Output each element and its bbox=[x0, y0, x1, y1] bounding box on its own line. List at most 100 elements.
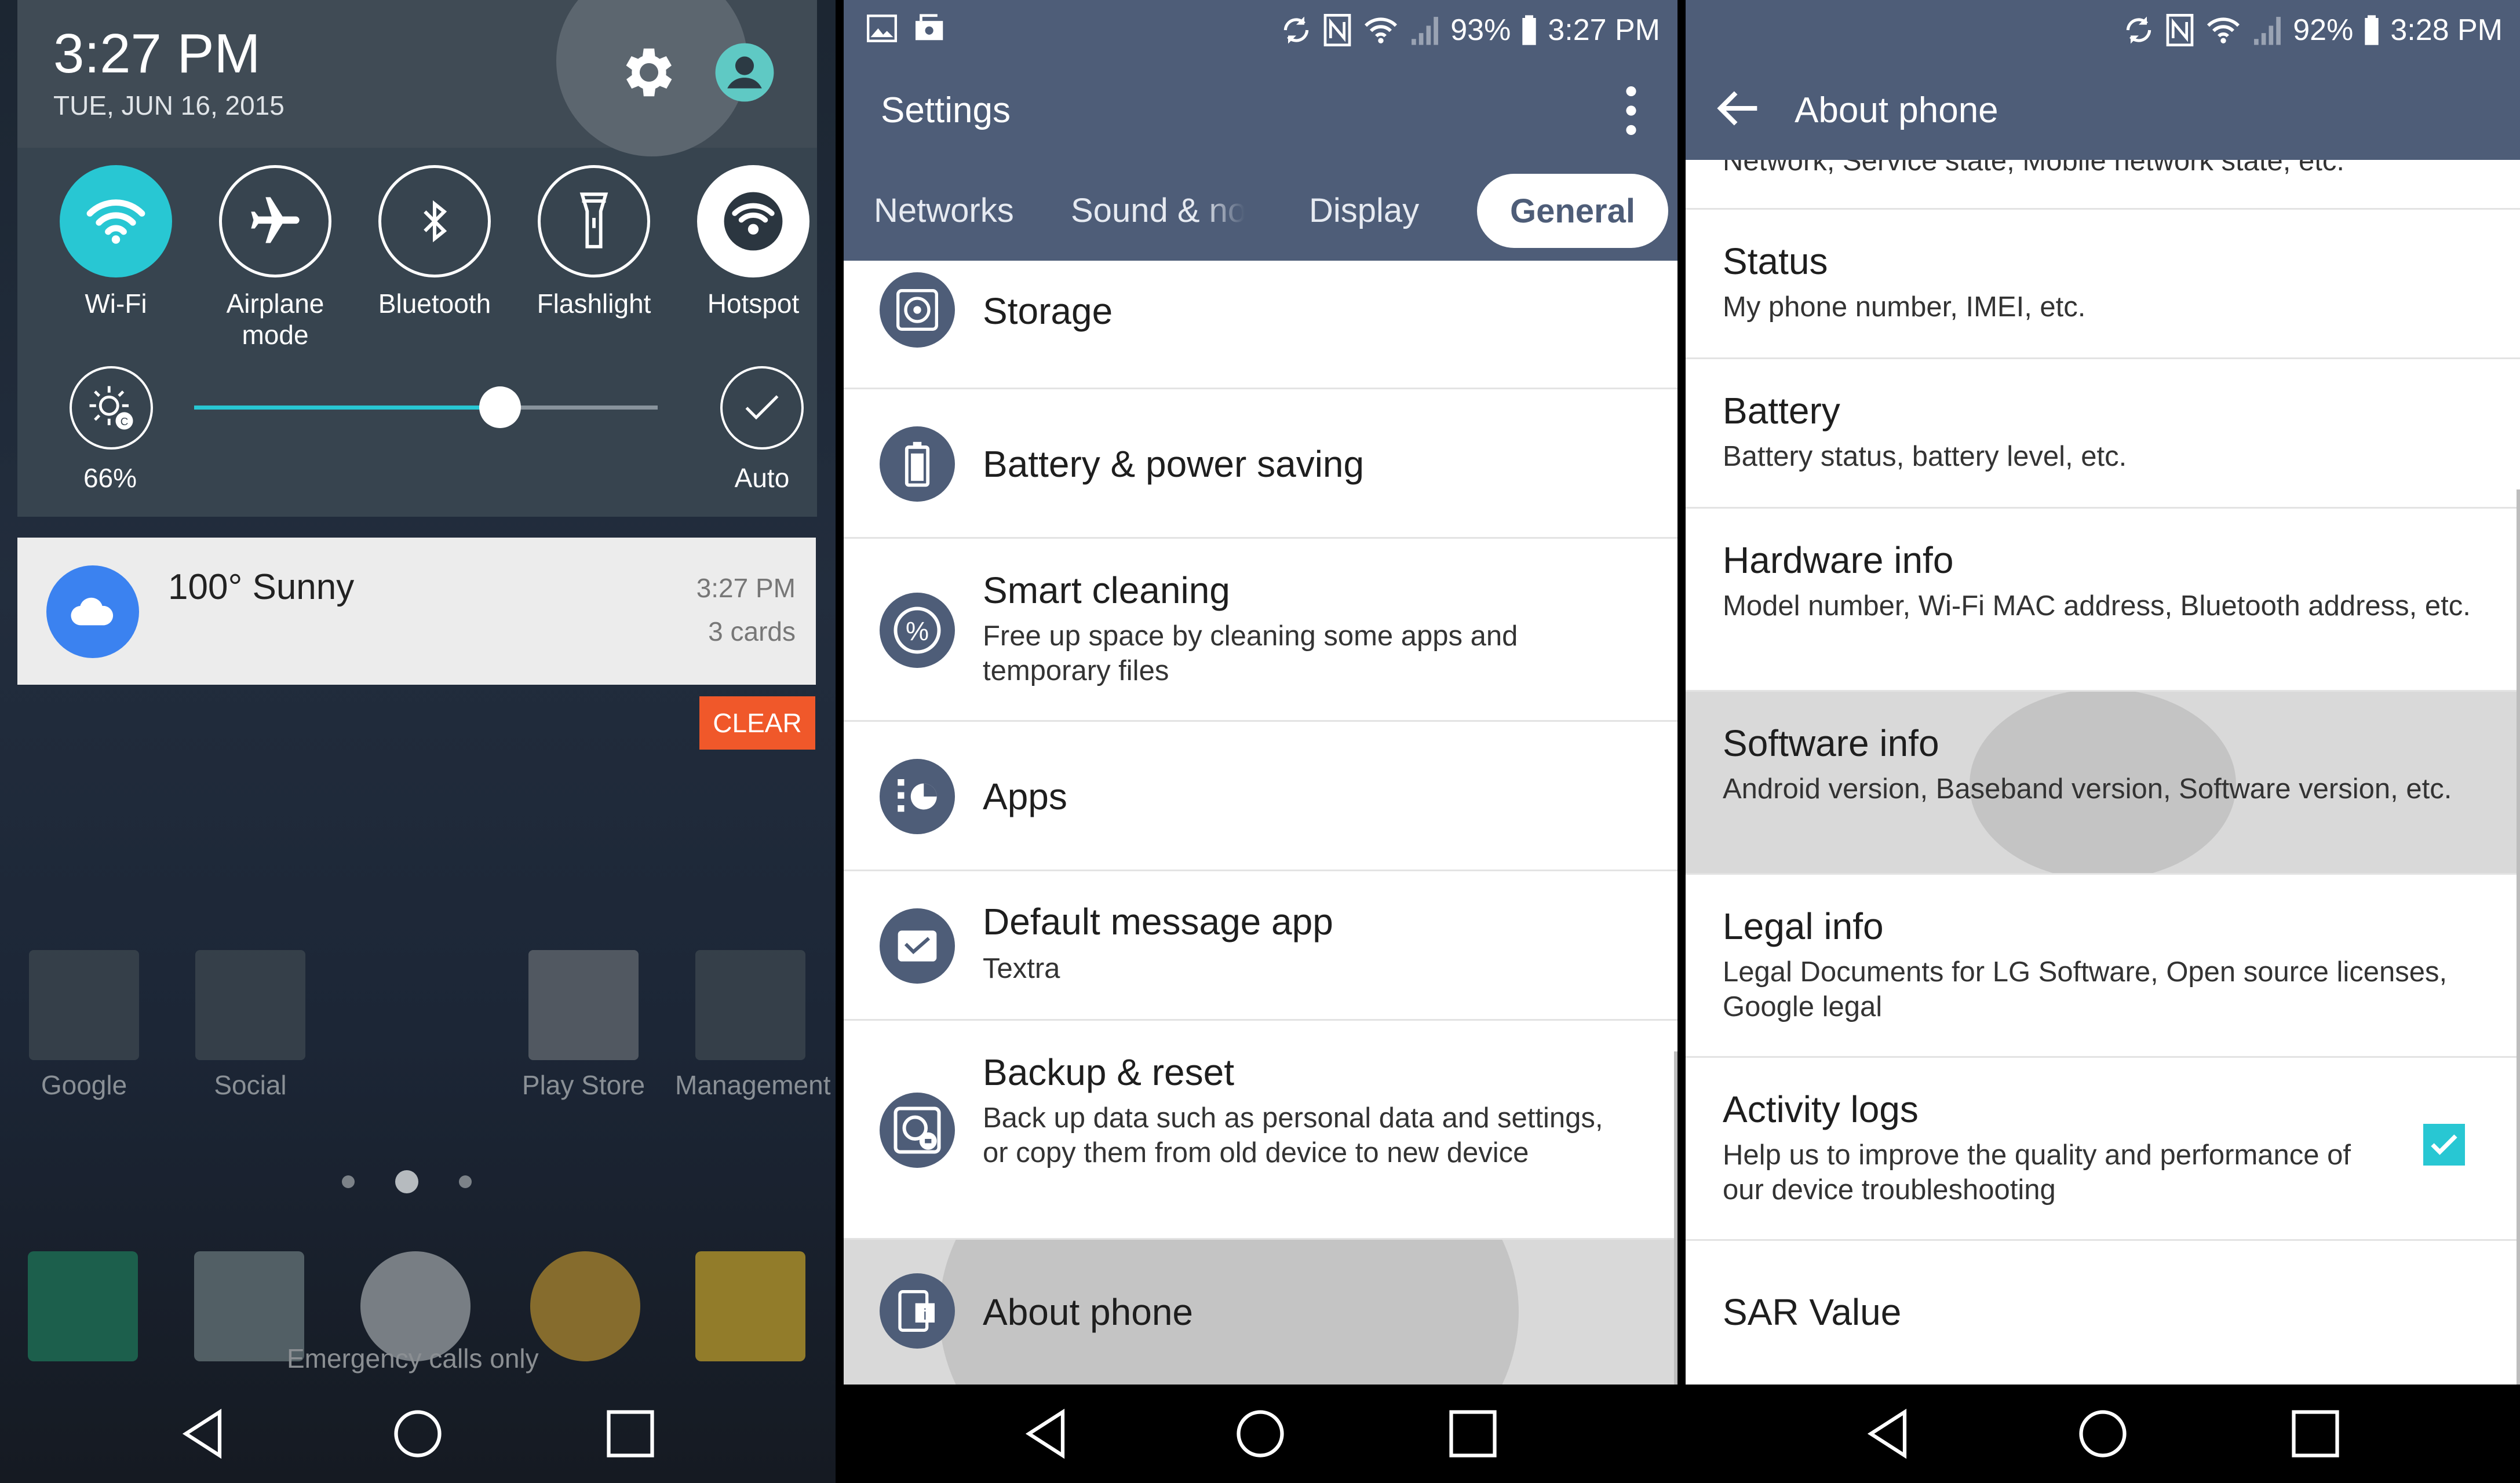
app-folder-management[interactable]: Management bbox=[675, 950, 831, 1101]
settings-item-default-message-app[interactable]: Default message app Textra bbox=[844, 871, 1677, 1021]
item-title: About phone bbox=[983, 1291, 1193, 1333]
notification-shade-panel: 3:27 PM TUE, JUN 16, 2015 Wi-Fi Airplane… bbox=[0, 0, 836, 1483]
settings-item-sar-value[interactable]: SAR Value bbox=[1686, 1241, 2520, 1385]
nfc-icon bbox=[1323, 14, 1351, 46]
item-subtitle: Legal Documents for LG Software, Open so… bbox=[1723, 956, 2448, 1022]
chrome-icon[interactable] bbox=[530, 1251, 640, 1361]
sync-icon bbox=[1284, 16, 1309, 44]
settings-item-smart-cleaning[interactable]: % Smart cleaning Free up space by cleani… bbox=[844, 539, 1677, 722]
brightness-slider-knob[interactable] bbox=[479, 386, 521, 428]
flashlight-toggle[interactable]: Flashlight bbox=[536, 165, 652, 319]
notification-title: 100° Sunny bbox=[168, 567, 355, 607]
item-title: SAR Value bbox=[1723, 1291, 1902, 1333]
recents-icon[interactable] bbox=[601, 1405, 659, 1463]
user-icon[interactable] bbox=[713, 41, 776, 104]
page-dot bbox=[342, 1175, 355, 1188]
airplane-toggle[interactable]: Airplane mode bbox=[217, 165, 333, 350]
item-subtitle: Network, Service state, Mobile network s… bbox=[1723, 160, 2344, 177]
settings-general-panel: 93% 3:27 PM Settings Networks Sound & no… bbox=[844, 0, 1677, 1483]
settings-item-storage[interactable]: Storage bbox=[844, 261, 1677, 389]
phone-icon[interactable] bbox=[28, 1251, 138, 1361]
back-arrow-icon[interactable] bbox=[1715, 88, 1761, 129]
settings-item-status[interactable]: Status My phone number, IMEI, etc. bbox=[1686, 210, 2520, 359]
home-icon[interactable] bbox=[2074, 1405, 2132, 1463]
battery-percent: 92% bbox=[2293, 13, 2354, 47]
flashlight-icon bbox=[538, 165, 650, 277]
item-subtitle: Battery status, battery level, etc. bbox=[1723, 441, 2127, 472]
settings-item-legal-info[interactable]: Legal info Legal Documents for LG Softwa… bbox=[1686, 875, 2520, 1058]
airplane-label: Airplane mode bbox=[226, 288, 324, 350]
cell-signal-icon bbox=[1412, 17, 1439, 45]
notification-time: 3:27 PM bbox=[696, 573, 796, 603]
bluetooth-icon bbox=[378, 165, 491, 277]
clock: 3:27 PM bbox=[53, 23, 261, 85]
message-icon bbox=[880, 908, 955, 984]
app-play-store[interactable]: Play Store bbox=[508, 950, 659, 1101]
recents-icon[interactable] bbox=[2286, 1405, 2344, 1463]
email-icon[interactable] bbox=[695, 1251, 805, 1361]
storage-icon bbox=[880, 272, 955, 348]
navigation-bar bbox=[0, 1385, 836, 1483]
tab-networks[interactable]: Networks bbox=[874, 191, 1014, 230]
bluetooth-toggle[interactable]: Bluetooth bbox=[377, 165, 493, 319]
settings-item-hardware-info[interactable]: Hardware info Model number, Wi-Fi MAC ad… bbox=[1686, 509, 2520, 692]
auto-label: Auto bbox=[734, 463, 790, 493]
status-bar: 93% 3:27 PM bbox=[844, 0, 1677, 58]
tab-general[interactable]: General bbox=[1477, 174, 1668, 248]
status-bar: 92% 3:28 PM bbox=[1686, 0, 2520, 58]
item-title: Activity logs bbox=[1723, 1088, 1919, 1130]
back-icon[interactable] bbox=[1019, 1405, 1077, 1463]
page-dot bbox=[459, 1175, 472, 1188]
scrollbar[interactable] bbox=[2517, 490, 2520, 1385]
home-icon[interactable] bbox=[1231, 1405, 1289, 1463]
back-icon[interactable] bbox=[1861, 1405, 1919, 1463]
navigation-bar bbox=[1686, 1385, 2520, 1483]
weather-notification[interactable]: 100° Sunny 3:27 PM 3 cards bbox=[17, 538, 816, 685]
settings-item-battery[interactable]: Battery Battery status, battery level, e… bbox=[1686, 359, 2520, 509]
settings-item-battery[interactable]: Battery & power saving bbox=[844, 389, 1677, 539]
item-subtitle: Android version, Baseband version, Softw… bbox=[1723, 773, 2452, 805]
hotspot-toggle[interactable]: Hotspot bbox=[695, 165, 811, 319]
tab-display[interactable]: Display bbox=[1309, 191, 1419, 230]
back-icon[interactable] bbox=[176, 1405, 234, 1463]
svg-text:C: C bbox=[121, 415, 129, 428]
date: TUE, JUN 16, 2015 bbox=[53, 90, 285, 120]
item-subtitle: Free up space by cleaning some apps and … bbox=[983, 620, 1518, 686]
about-phone-icon: i bbox=[880, 1273, 955, 1349]
auto-brightness-toggle[interactable]: Auto bbox=[719, 366, 805, 494]
settings-item-software-info[interactable]: Software info Android version, Baseband … bbox=[1686, 692, 2520, 875]
brightness-slider[interactable] bbox=[194, 386, 658, 428]
tab-sound[interactable]: Sound & no bbox=[1071, 191, 1245, 230]
more-options-icon[interactable] bbox=[1625, 86, 1637, 136]
hotspot-label: Hotspot bbox=[707, 288, 800, 319]
backup-icon bbox=[880, 1093, 955, 1168]
settings-item-backup-reset[interactable]: Backup & reset Back up data such as pers… bbox=[844, 1021, 1677, 1240]
page-indicator bbox=[342, 1170, 472, 1193]
app-folder-social[interactable]: Social bbox=[175, 950, 326, 1101]
clear-button[interactable]: CLEAR bbox=[699, 696, 815, 750]
tab-bar: Networks Sound & no Display General bbox=[844, 162, 1677, 261]
home-icon[interactable] bbox=[389, 1405, 447, 1463]
app-label: Play Store bbox=[521, 1070, 646, 1100]
activity-logs-checkbox[interactable] bbox=[2423, 1124, 2465, 1166]
item-title: Smart cleaning bbox=[983, 569, 1230, 611]
battery-icon bbox=[1522, 15, 1537, 45]
item-subtitle: Back up data such as personal data and s… bbox=[983, 1102, 1603, 1168]
brightness-slider-fill bbox=[194, 406, 500, 410]
brightness-control[interactable]: C 66% bbox=[70, 366, 153, 494]
item-title: Hardware info bbox=[1723, 539, 1954, 581]
app-folder-google[interactable]: Google bbox=[9, 950, 159, 1101]
wifi-toggle[interactable]: Wi-Fi bbox=[58, 165, 174, 319]
recents-icon[interactable] bbox=[1444, 1405, 1502, 1463]
google-folder-icon bbox=[29, 950, 139, 1060]
item-title: Apps bbox=[983, 776, 1067, 817]
check-icon bbox=[720, 366, 804, 450]
chevron-right-icon[interactable] bbox=[785, 191, 808, 238]
gear-icon[interactable] bbox=[617, 41, 681, 104]
settings-item-apps[interactable]: Apps bbox=[844, 722, 1677, 871]
settings-item-network-partial[interactable]: Network, Service state, Mobile network s… bbox=[1686, 160, 2520, 210]
airplane-icon bbox=[219, 165, 331, 277]
item-title: Battery & power saving bbox=[983, 443, 1365, 485]
settings-item-about-phone[interactable]: i About phone bbox=[844, 1240, 1677, 1385]
settings-item-activity-logs[interactable]: Activity logs Help us to improve the qua… bbox=[1686, 1058, 2520, 1241]
